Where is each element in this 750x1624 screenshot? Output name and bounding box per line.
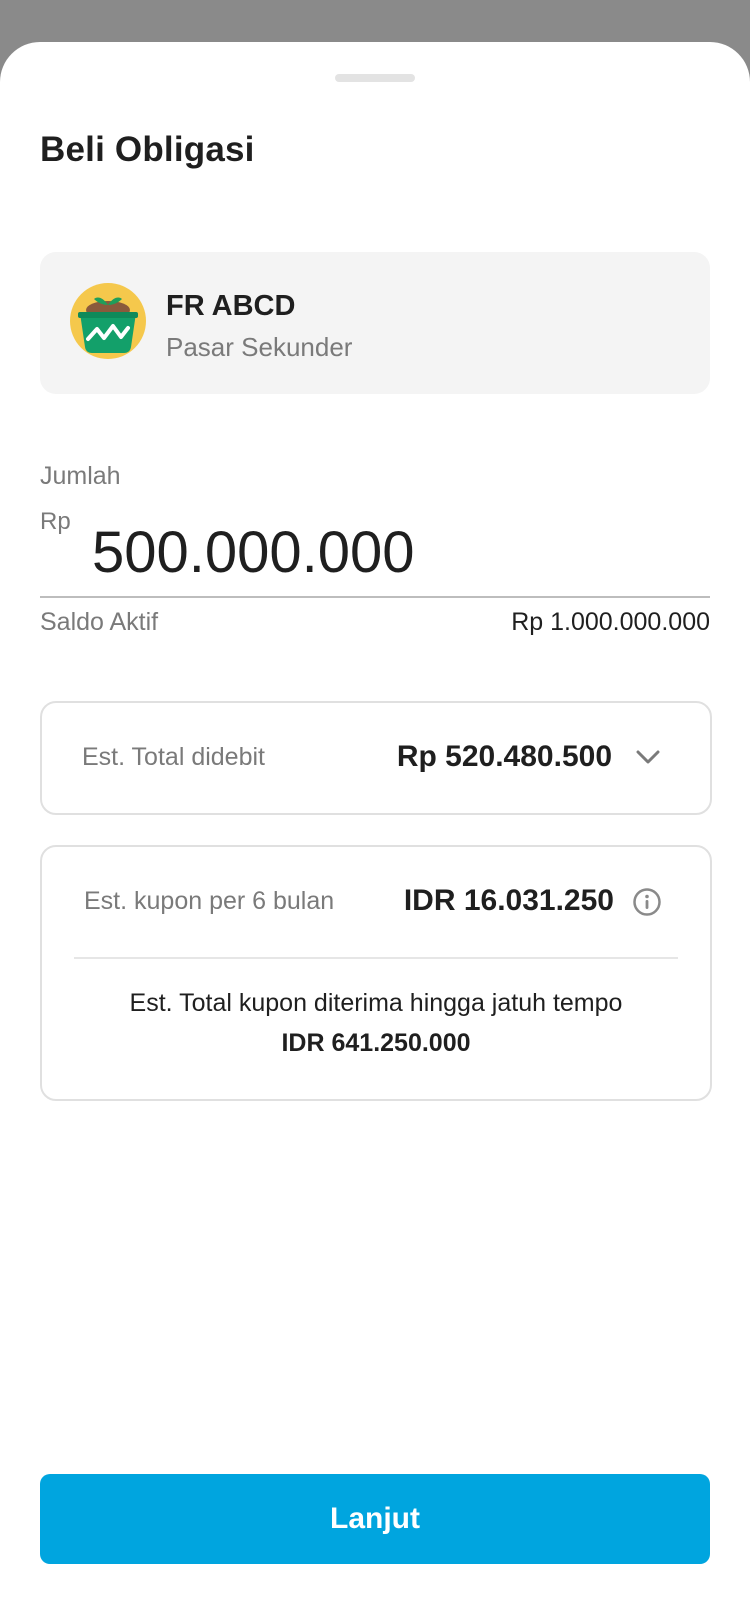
coupon-total-label: Est. Total kupon diterima hingga jatuh t… (129, 989, 623, 1017)
total-debit-dropdown[interactable]: Est. Total didebit Rp 520.480.500 (40, 701, 712, 815)
coupon-total-value: IDR 641.250.000 (281, 1029, 471, 1057)
amount-input[interactable] (92, 512, 692, 592)
bond-plant-icon (70, 283, 146, 359)
currency-prefix: Rp (40, 508, 71, 535)
page-title: Beli Obligasi (40, 130, 255, 169)
coupon-estimate-card: Est. kupon per 6 bulan IDR 16.031.250 Es… (40, 845, 712, 1101)
continue-button[interactable]: Lanjut (40, 1474, 710, 1564)
product-card: FR ABCD Pasar Sekunder (40, 252, 710, 394)
chevron-down-icon[interactable] (634, 743, 662, 771)
bottom-sheet: Beli Obligasi FR ABCD Pasar Sekunder Jum… (0, 42, 750, 1624)
coupon-divider (74, 957, 678, 959)
product-market: Pasar Sekunder (166, 332, 353, 362)
coupon-per-period-label: Est. kupon per 6 bulan (84, 887, 335, 915)
balance-label: Saldo Aktif (40, 608, 159, 636)
balance-value: Rp 1.000.000.000 (511, 608, 710, 636)
sheet-drag-handle[interactable] (335, 74, 415, 82)
total-debit-label: Est. Total didebit (82, 743, 265, 771)
info-icon[interactable] (632, 887, 662, 917)
amount-label: Jumlah (40, 462, 121, 490)
product-name: FR ABCD (166, 290, 296, 322)
coupon-per-period-value: IDR 16.031.250 (403, 884, 614, 917)
total-debit-value: Rp 520.480.500 (396, 740, 612, 773)
amount-underline (40, 596, 710, 598)
